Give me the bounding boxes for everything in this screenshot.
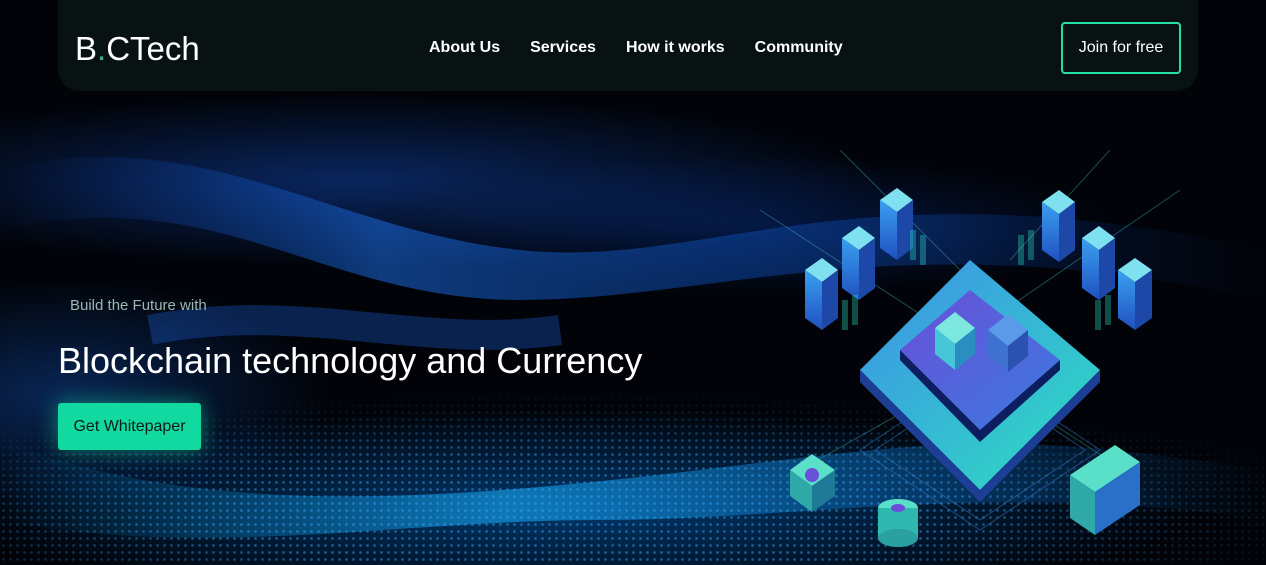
logo-dot: . [97, 30, 107, 67]
hero-title: Blockchain technology and Currency [58, 340, 643, 381]
logo-part-2: CTech [106, 30, 200, 67]
join-for-free-button[interactable]: Join for free [1061, 22, 1181, 74]
nav-about-us[interactable]: About Us [429, 39, 500, 57]
hero-subtitle: Build the Future with [70, 297, 207, 314]
nav-community[interactable]: Community [755, 39, 843, 57]
logo[interactable]: B.CTech [75, 30, 200, 68]
get-whitepaper-button[interactable]: Get Whitepaper [58, 403, 201, 450]
nav-services[interactable]: Services [530, 39, 596, 57]
logo-part-1: B [75, 30, 98, 67]
nav-how-it-works[interactable]: How it works [626, 39, 725, 57]
blockchain-isometric-illustration [760, 150, 1180, 547]
hero-section: B.CTech About Us Services How it works C… [0, 0, 1266, 565]
nav-links: About Us Services How it works Community [429, 39, 873, 57]
